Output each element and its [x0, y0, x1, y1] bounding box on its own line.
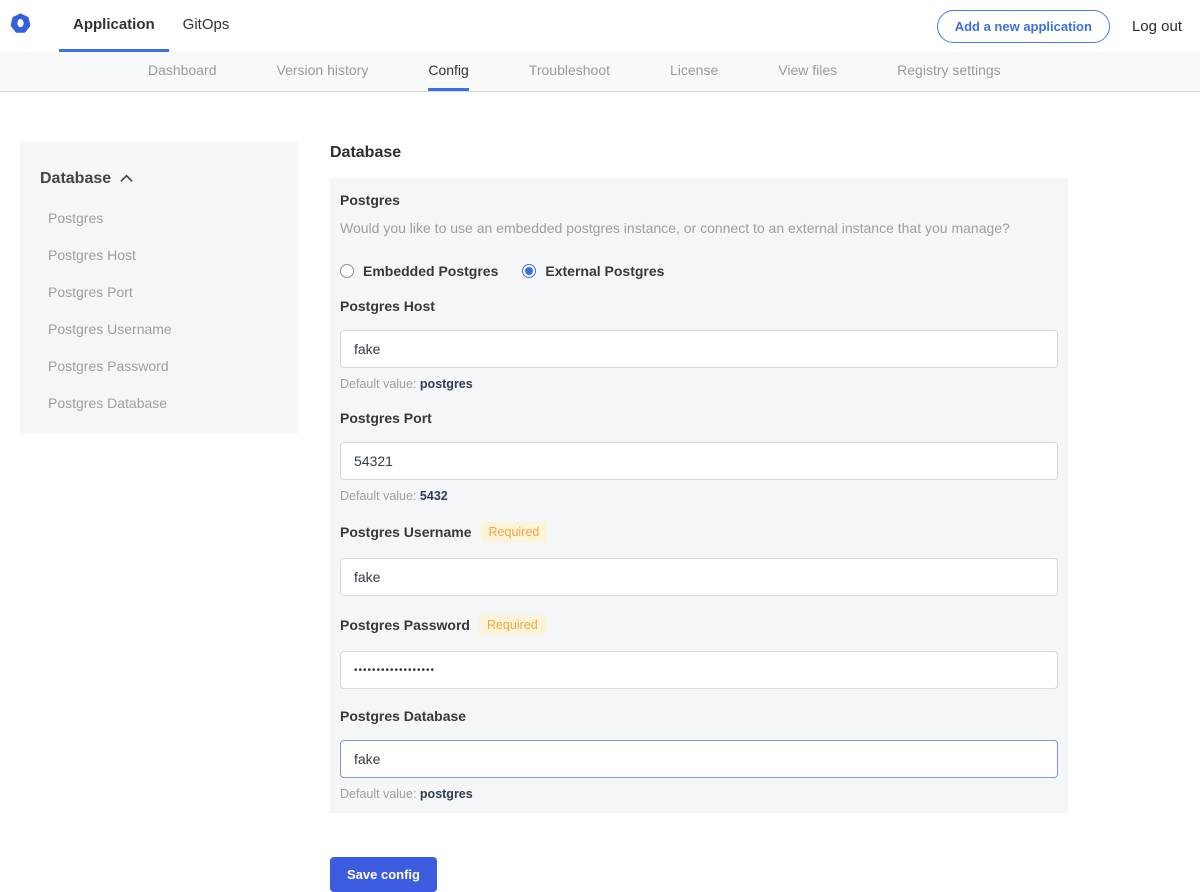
field-label-postgres-database: Postgres Database: [340, 708, 1058, 724]
field-label-postgres-username: Postgres Username Required: [340, 522, 1058, 542]
default-hint-postgres-database: Default value: postgres: [340, 787, 1058, 801]
field-label-postgres-port: Postgres Port: [340, 410, 1058, 426]
field-label-text: Postgres Host: [340, 298, 435, 314]
default-hint-postgres-port: Default value: 5432: [340, 489, 1058, 503]
sidebar-group-label: Database: [40, 170, 111, 188]
top-navbar-right: Add a new application Log out: [937, 0, 1200, 52]
group-help-text: Would you like to use an embedded postgr…: [340, 220, 1058, 236]
top-navbar: Application GitOps Add a new application…: [0, 0, 1200, 52]
subnav-item-view-files[interactable]: View files: [778, 52, 837, 91]
tab-application[interactable]: Application: [59, 0, 169, 52]
kots-logo-icon: [10, 13, 31, 39]
radio-external-postgres[interactable]: External Postgres: [522, 263, 664, 279]
sidebar-item-postgres[interactable]: Postgres: [48, 210, 278, 226]
default-label: Default value:: [340, 377, 416, 391]
logout-button[interactable]: Log out: [1132, 18, 1182, 35]
add-application-button[interactable]: Add a new application: [937, 10, 1110, 43]
radio-embedded-label: Embedded Postgres: [363, 263, 498, 279]
save-config-button[interactable]: Save config: [330, 857, 437, 892]
radio-external-label: External Postgres: [545, 263, 664, 279]
tab-gitops[interactable]: GitOps: [169, 0, 244, 52]
field-label-postgres-password: Postgres Password Required: [340, 615, 1058, 635]
radio-embedded-postgres[interactable]: Embedded Postgres: [340, 263, 498, 279]
tab-gitops-label: GitOps: [183, 16, 230, 33]
group-label-postgres: Postgres: [340, 192, 1058, 208]
sidebar-item-postgres-username[interactable]: Postgres Username: [48, 321, 278, 337]
subnav-item-dashboard[interactable]: Dashboard: [148, 52, 217, 91]
default-hint-postgres-host: Default value: postgres: [340, 377, 1058, 391]
database-config-panel: Postgres Would you like to use an embedd…: [330, 178, 1068, 813]
postgres-username-input[interactable]: [340, 558, 1058, 596]
config-sidebar: Database Postgres Postgres Host Postgres…: [20, 142, 298, 433]
config-main: Database Postgres Would you like to use …: [330, 142, 1068, 892]
app-subnav: Dashboard Version history Config Trouble…: [0, 52, 1200, 92]
field-label-text: Postgres Username: [340, 524, 472, 540]
default-value: postgres: [420, 377, 473, 391]
postgres-database-input[interactable]: [340, 740, 1058, 778]
subnav-item-registry-settings[interactable]: Registry settings: [897, 52, 1000, 91]
postgres-port-input[interactable]: [340, 442, 1058, 480]
default-value: 5432: [420, 489, 448, 503]
top-tabs: Application GitOps: [59, 0, 243, 52]
default-value: postgres: [420, 787, 473, 801]
page-title: Database: [330, 144, 1068, 162]
required-badge: Required: [481, 522, 548, 542]
tab-application-label: Application: [73, 16, 155, 33]
subnav-item-version-history[interactable]: Version history: [277, 52, 369, 91]
field-postgres-host: Postgres Host Default value: postgres: [340, 298, 1058, 391]
subnav-item-troubleshoot[interactable]: Troubleshoot: [529, 52, 610, 91]
radio-selected-icon[interactable]: [522, 264, 536, 278]
postgres-mode-radio-group: Embedded Postgres External Postgres: [340, 263, 1058, 279]
sidebar-item-postgres-port[interactable]: Postgres Port: [48, 284, 278, 300]
app-logo[interactable]: [0, 0, 41, 52]
postgres-host-input[interactable]: [340, 330, 1058, 368]
field-postgres-password: Postgres Password Required: [340, 615, 1058, 689]
field-label-text: Postgres Database: [340, 708, 466, 724]
field-postgres-database: Postgres Database Default value: postgre…: [340, 708, 1058, 801]
subnav-item-license[interactable]: License: [670, 52, 718, 91]
sidebar-group-database[interactable]: Database: [40, 170, 278, 188]
field-postgres-username: Postgres Username Required: [340, 522, 1058, 596]
sidebar-item-postgres-password[interactable]: Postgres Password: [48, 358, 278, 374]
postgres-password-input[interactable]: [340, 651, 1058, 689]
subnav-item-config[interactable]: Config: [428, 52, 468, 91]
sidebar-item-postgres-host[interactable]: Postgres Host: [48, 247, 278, 263]
default-label: Default value:: [340, 787, 416, 801]
field-postgres-port: Postgres Port Default value: 5432: [340, 410, 1058, 503]
config-page: Database Postgres Postgres Host Postgres…: [0, 92, 1200, 892]
field-label-text: Postgres Port: [340, 410, 432, 426]
required-badge: Required: [479, 615, 546, 635]
field-label-text: Postgres Password: [340, 617, 470, 633]
chevron-up-icon: [120, 170, 133, 188]
field-label-postgres-host: Postgres Host: [340, 298, 1058, 314]
sidebar-item-postgres-database[interactable]: Postgres Database: [48, 395, 278, 411]
radio-unselected-icon[interactable]: [340, 264, 354, 278]
default-label: Default value:: [340, 489, 416, 503]
